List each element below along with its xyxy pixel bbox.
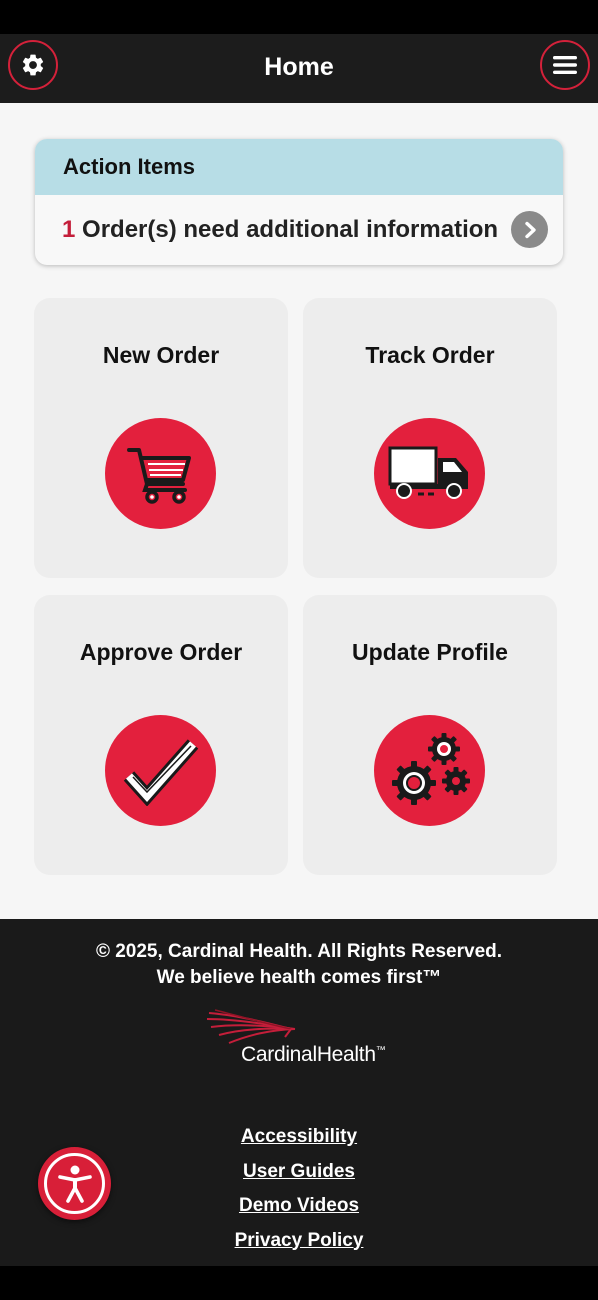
track-order-icon-circle — [374, 418, 485, 529]
home-content: Action Items 1 Order(s) need additional … — [0, 103, 598, 919]
logo-trademark: ™ — [375, 1045, 386, 1056]
gears-icon — [391, 732, 470, 805]
update-profile-icon-circle — [374, 715, 485, 826]
track-order-label: Track Order — [365, 342, 495, 368]
action-items-card: Action Items 1 Order(s) need additional … — [35, 139, 563, 265]
menu-button[interactable] — [540, 40, 590, 90]
accessibility-button-ring — [44, 1153, 105, 1214]
copyright-text: © 2025, Cardinal Health. All Rights Rese… — [95, 941, 503, 962]
accessibility-button[interactable] — [38, 1147, 111, 1220]
status-bar — [0, 0, 598, 34]
action-item-row[interactable]: 1 Order(s) need additional information — [35, 195, 563, 265]
update-profile-tile[interactable]: Update Profile — [303, 595, 557, 875]
privacy-policy-link[interactable]: Privacy Policy — [0, 1226, 598, 1261]
approve-order-icon-circle — [105, 715, 216, 826]
approve-order-tile[interactable]: Approve Order — [34, 595, 288, 875]
cardinal-health-logo: CardinalHealth™ — [205, 1007, 395, 1077]
approve-order-label: Approve Order — [79, 639, 243, 665]
logo-text-bold: Cardinal — [241, 1043, 317, 1066]
footer-copyright-block: © 2025, Cardinal Health. All Rights Rese… — [0, 939, 598, 991]
action-item-message: Order(s) need additional information — [82, 216, 499, 243]
delivery-truck-icon — [388, 446, 468, 499]
new-order-label: New Order — [102, 342, 220, 368]
checkmark-icon — [123, 738, 198, 806]
action-item-open-button[interactable] — [511, 211, 548, 248]
action-items-title: Action Items — [35, 139, 563, 195]
new-order-icon-circle — [105, 418, 216, 529]
tagline-text: We believe health comes first™ — [156, 967, 442, 988]
logo-text-light: Health — [316, 1043, 376, 1066]
logo-wordmark: CardinalHealth™ — [241, 1043, 386, 1067]
top-app-bar: Home — [0, 34, 598, 103]
hamburger-menu-icon — [553, 56, 577, 74]
accessibility-person-icon — [57, 1165, 92, 1203]
action-item-count: 1 — [62, 216, 76, 243]
chevron-right-icon — [524, 221, 536, 238]
shopping-cart-icon — [126, 447, 191, 504]
page-title: Home — [264, 53, 334, 81]
new-order-tile[interactable]: New Order — [34, 298, 288, 578]
track-order-tile[interactable]: Track Order — [303, 298, 557, 578]
update-profile-label: Update Profile — [352, 639, 508, 665]
system-navigation-bar — [0, 1266, 598, 1300]
